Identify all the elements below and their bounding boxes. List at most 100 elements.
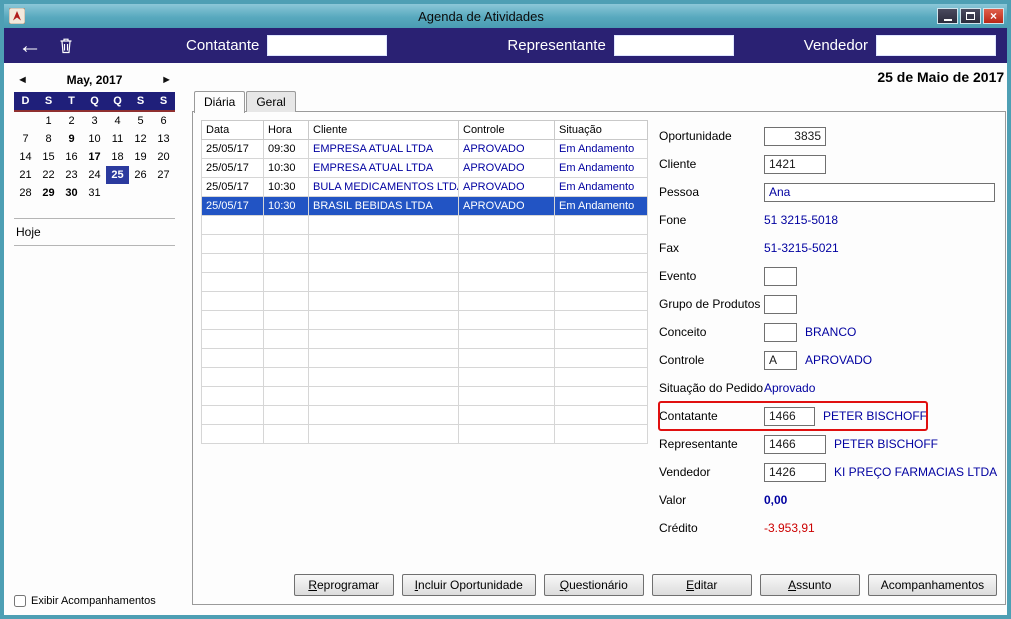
calendar-day[interactable]: 12 [129,130,152,148]
questionario-button[interactable]: Questionário [543,574,644,596]
app-icon [9,8,25,24]
representante-text: PETER BISCHOFF [834,437,939,451]
editar-button[interactable]: Editar [651,574,752,596]
pessoa-input[interactable]: Ana [764,182,996,202]
field-conceito: Conceito BRANCO [659,318,997,346]
controle-label: Controle [659,353,705,367]
table-row[interactable]: 25/05/17 09:30 EMPRESA ATUAL LTDA APROVADO E… [201,139,648,159]
calendar-month-label: May, 2017 [66,73,123,87]
calendar-day[interactable]: 30 [60,184,83,202]
table-row-empty[interactable] [201,386,648,406]
calendar-day[interactable]: 9 [60,130,83,148]
calendar-day[interactable]: 5 [129,112,152,130]
calendar-prev-icon[interactable]: ◄ [14,74,31,86]
credito-value: -3.953,91 [764,521,815,535]
oportunidade-input[interactable]: 3835 [764,126,826,146]
calendar-day[interactable]: 20 [152,148,175,166]
calendar-day[interactable]: 4 [106,112,129,130]
calendar-day[interactable]: 26 [129,166,152,184]
calendar-day[interactable]: 15 [37,148,60,166]
table-row-empty[interactable] [201,367,648,387]
minimize-button[interactable] [937,8,958,24]
table-row-empty[interactable] [201,348,648,368]
trash-icon[interactable] [58,37,74,54]
cell-empty [263,424,309,444]
tab-diaria[interactable]: Diária [194,91,246,113]
calendar-day[interactable]: 27 [152,166,175,184]
table-row-empty[interactable] [201,253,648,273]
calendar-day[interactable]: 10 [83,130,106,148]
table-row[interactable]: 25/05/17 10:30 BRASIL BEBIDAS LTDA APROVADO… [201,196,648,216]
table-row[interactable]: 25/05/17 10:30 BULA MEDICAMENTOS LTDA APROV… [201,177,648,197]
reprogramar-button[interactable]: Reprogramar [293,574,394,596]
contatante-input[interactable]: 1466 [764,406,815,426]
table-row-empty[interactable] [201,405,648,425]
toolbar-contatante-input[interactable] [267,35,388,56]
toolbar-contatante-label: Contatante [186,37,260,54]
calendar-day[interactable]: 22 [37,166,60,184]
tab-page-diaria: Data Hora Cliente Controle Situação 25/0… [192,111,1007,605]
cell-data: 25/05/17 [201,177,264,197]
table-row-empty[interactable] [201,424,648,444]
calendar-day[interactable]: 1 [37,112,60,130]
vendedor-text: KI PREÇO FARMACIAS LTDA [834,465,998,479]
calendar-day[interactable]: 7 [14,130,37,148]
grupo-produtos-input[interactable] [764,294,797,314]
evento-input[interactable] [764,266,797,286]
table-row-empty[interactable] [201,234,648,254]
calendar-day[interactable]: 3 [83,112,106,130]
calendar-day[interactable]: 14 [14,148,37,166]
today-button[interactable]: Hoje [14,218,175,246]
calendar-day[interactable]: 18 [106,148,129,166]
calendar-day[interactable]: 13 [152,130,175,148]
table-row-empty[interactable] [201,329,648,349]
cliente-input[interactable]: 1421 [764,154,826,174]
acompanhamentos-button[interactable]: Acompanhamentos [867,574,998,596]
calendar-day[interactable]: 29 [37,184,60,202]
show-followups-checkbox[interactable] [14,595,26,607]
calendar-day[interactable]: 31 [83,184,106,202]
calendar-day[interactable]: 24 [83,166,106,184]
calendar-day[interactable]: 25 [106,166,129,184]
table-row-empty[interactable] [201,310,648,330]
show-followups-label: Exibir Acompanhamentos [31,595,156,607]
conceito-input[interactable] [764,322,797,342]
calendar-day[interactable]: 28 [14,184,37,202]
app-window: Agenda de Atividades × ← Contatante Repr… [0,0,1011,619]
toolbar-representante-input[interactable] [613,35,734,56]
field-grupo-produtos: Grupo de Produtos [659,290,997,318]
close-button[interactable]: × [983,8,1004,24]
calendar-day-header: Q [90,95,99,107]
calendar-next-icon[interactable]: ► [158,74,175,86]
toolbar-vendedor-input[interactable] [876,35,997,56]
calendar-day[interactable]: 16 [60,148,83,166]
calendar-day[interactable]: 8 [37,130,60,148]
table-row-empty[interactable] [201,291,648,311]
cell-empty [201,329,264,349]
table-row-empty[interactable] [201,215,648,235]
assunto-button[interactable]: Assunto [759,574,860,596]
maximize-button[interactable] [960,8,981,24]
table-row[interactable]: 25/05/17 10:30 EMPRESA ATUAL LTDA APROVADO E… [201,158,648,178]
cell-empty [554,405,648,425]
table-row-empty[interactable] [201,272,648,292]
calendar-day[interactable]: 2 [60,112,83,130]
situacao-pedido-label: Situação do Pedido [659,381,764,395]
vendedor-input[interactable]: 1426 [764,462,826,482]
tab-geral[interactable]: Geral [246,91,296,112]
back-arrow-icon[interactable]: ← [18,33,42,58]
calendar-grid: 1 2 3 4 5 6 7 8 9 10 11 12 13 14 15 16 17 18 19 20 21 22 23 24 2… [14,112,175,202]
representante-input[interactable]: 1466 [764,434,826,454]
calendar-day[interactable]: 19 [129,148,152,166]
calendar-day[interactable]: 21 [14,166,37,184]
calendar-day[interactable]: 6 [152,112,175,130]
incluir-oportunidade-button[interactable]: Incluir Oportunidade [401,574,536,596]
fone-value: 51 3215-5018 [764,213,839,227]
cell-empty [554,253,648,273]
calendar-day[interactable]: 11 [106,130,129,148]
controle-input[interactable]: A [764,350,797,370]
calendar-day[interactable]: 23 [60,166,83,184]
calendar-day[interactable]: 17 [83,148,106,166]
pessoa-label: Pessoa [659,185,700,199]
close-icon: × [989,9,997,23]
